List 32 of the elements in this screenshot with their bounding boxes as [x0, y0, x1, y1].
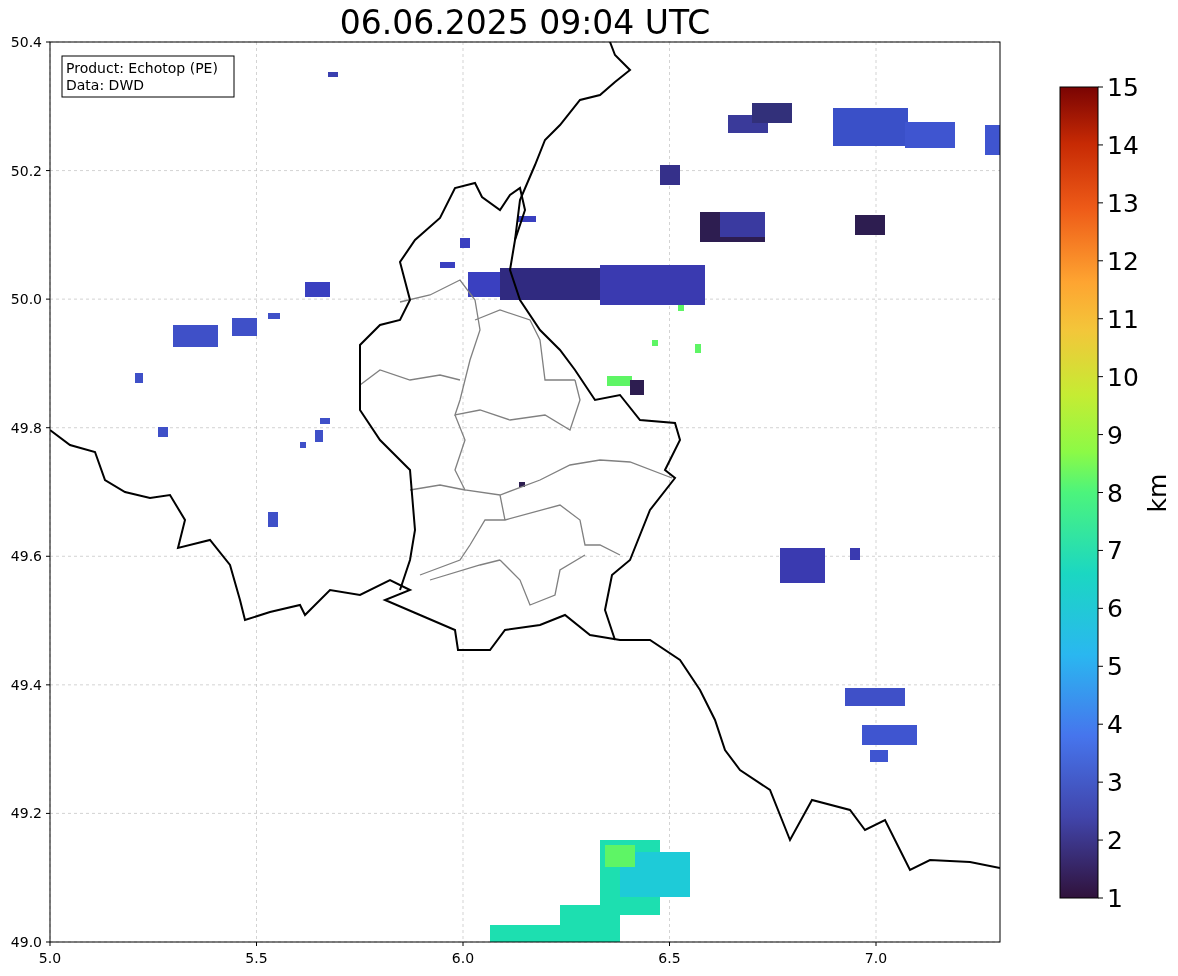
- colorbar-tick-label: 10: [1107, 362, 1139, 392]
- axis-tick-label: 7.0: [864, 950, 888, 966]
- axis-tick-label: 5.0: [38, 950, 62, 966]
- legend-text: Data: DWD: [66, 77, 144, 93]
- legend-text: Product: Echotop (PE): [66, 60, 218, 76]
- colorbar-tick-label: 3: [1107, 768, 1123, 798]
- axis-tick-label: 49.6: [10, 548, 42, 565]
- colorbar-tick-label: 4: [1107, 710, 1123, 740]
- axis-tick-label: 49.2: [10, 805, 42, 822]
- axis-tick-label: 6.5: [658, 950, 681, 966]
- colorbar-tick-label: 8: [1107, 478, 1123, 508]
- colorbar-tick-label: 2: [1107, 826, 1123, 856]
- colorbar-tick-label: 6: [1107, 594, 1123, 624]
- chart-title: 06.06.2025 09:04 UTC: [339, 3, 711, 42]
- axis-tick-label: 50.0: [10, 291, 42, 308]
- axis-tick-label: 6.0: [451, 950, 475, 966]
- colorbar-tick-label: 1: [1107, 884, 1123, 913]
- colorbar-tick-label: 7: [1107, 536, 1123, 566]
- axis-tick-label: 49.4: [10, 676, 42, 693]
- colorbar-tick-label: 9: [1107, 420, 1123, 450]
- axis-tick-label: 50.4: [10, 34, 42, 50]
- colorbar-tick-label: 12: [1107, 246, 1139, 276]
- axis-tick-label: 50.2: [10, 162, 42, 179]
- colorbar-label: km: [1143, 473, 1172, 513]
- axis-tick-label: 49.8: [10, 419, 42, 436]
- colorbar-tick-label: 13: [1107, 188, 1139, 218]
- axis-tick-label: 5.5: [245, 950, 268, 966]
- colorbar-tick-label: 11: [1107, 304, 1139, 334]
- axis-tick-label: 49.0: [10, 934, 42, 950]
- colorbar-tick-label: 14: [1107, 130, 1139, 160]
- colorbar-tick-label: 5: [1107, 652, 1123, 682]
- colorbar-tick-label: 15: [1107, 73, 1139, 102]
